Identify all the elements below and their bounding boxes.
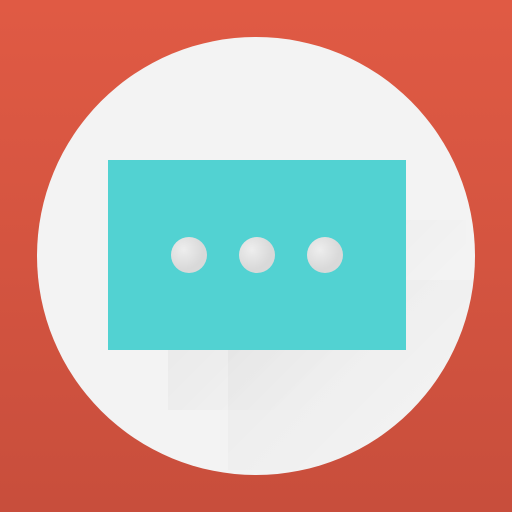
app-icon — [0, 0, 512, 512]
chat-bubble-card — [108, 160, 406, 350]
ellipsis-dots — [108, 160, 406, 350]
dot-icon — [307, 237, 343, 273]
dot-icon — [171, 237, 207, 273]
dot-icon — [239, 237, 275, 273]
